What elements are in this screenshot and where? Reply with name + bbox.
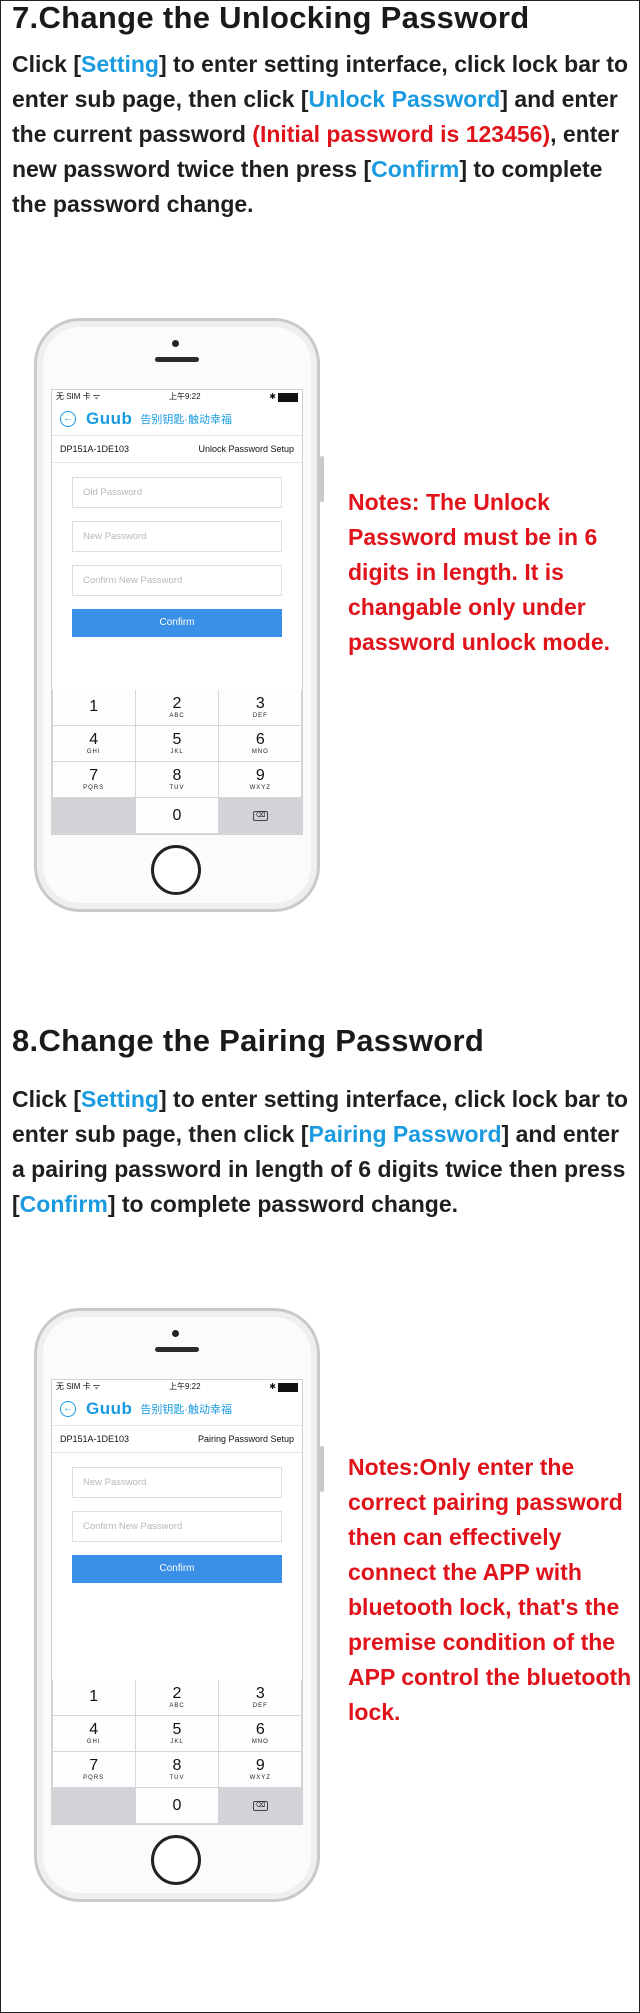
delete-key[interactable]: ⌫ [219, 798, 302, 833]
app-logo: Guub [86, 1399, 133, 1418]
backspace-icon: ⌫ [252, 810, 268, 821]
app-logo: Guub [86, 409, 133, 428]
section-8-note: Notes:Only enter the correct pairing pas… [348, 1454, 632, 1725]
password-form: New Password Confirm New Password Confir… [52, 1453, 302, 1583]
section-7-heading: 7.Change the Unlocking Password [12, 0, 530, 35]
speaker-grille [155, 1347, 199, 1352]
front-camera [172, 1330, 179, 1337]
speaker-grille [155, 357, 199, 362]
app-header: ← Guub 告别钥匙·触动幸福 [52, 1393, 302, 1426]
bluetooth-icon: ✱ [269, 1382, 276, 1391]
phone-mockup-pairing: 无 SIM 卡 ᯤ 上午9:22 ✱ ← Guub 告别钥匙·触动幸福 DP15… [34, 1308, 324, 1902]
back-arrow-icon[interactable]: ← [60, 411, 76, 427]
new-password-input[interactable]: New Password [72, 521, 282, 552]
key-blank [52, 1788, 135, 1823]
key-2[interactable]: 2 ABC [135, 1680, 219, 1715]
status-bar: 无 SIM 卡 ᯤ 上午9:22 ✱ [52, 390, 302, 403]
section-8-instructions: Click [Setting] to enter setting interfa… [12, 1086, 629, 1217]
status-time: 上午9:22 [168, 1382, 201, 1391]
key-2[interactable]: 2 ABC [135, 690, 219, 725]
key-9[interactable]: 9 WXYZ [219, 762, 302, 797]
new-password-input[interactable]: New Password [72, 1467, 282, 1498]
side-button [320, 1446, 324, 1492]
confirm-keyword: Confirm [371, 156, 460, 182]
key-8[interactable]: 8 TUV [135, 762, 219, 797]
old-password-input[interactable]: Old Password [72, 477, 282, 508]
key-1[interactable]: 1 [52, 1680, 135, 1715]
device-name: DP151A-1DE103 [60, 444, 130, 454]
backspace-icon: ⌫ [252, 1800, 268, 1811]
numeric-keypad: 1 2 ABC 3 DEF 4 GHI 5 JKL 6 MNO 7 PQRS 8 TUV 9W… [52, 690, 302, 834]
key-3[interactable]: 3 DEF [219, 690, 302, 725]
confirm-new-password-input[interactable]: Confirm New Password [72, 1511, 282, 1542]
setting-keyword: Setting [81, 51, 159, 77]
confirm-keyword: Confirm [19, 1191, 108, 1217]
confirm-button[interactable]: Confirm [72, 1555, 282, 1583]
key-0[interactable]: 0 [135, 1788, 219, 1823]
status-bar: 无 SIM 卡 ᯤ 上午9:22 ✱ [52, 1380, 302, 1393]
unlock-password-keyword: Unlock Password [308, 86, 501, 112]
device-name: DP151A-1DE103 [60, 1434, 130, 1444]
page-title: Unlock Password Setup [198, 444, 294, 454]
phone-mockup-unlock: 无 SIM 卡 ᯤ 上午9:22 ✱ ← Guub 告别钥匙·触动幸福 DP15… [34, 318, 324, 912]
key-6[interactable]: 6 MNO [219, 726, 302, 761]
key-1[interactable]: 1 [52, 690, 135, 725]
key-0[interactable]: 0 [135, 798, 219, 833]
initial-password-note: (Initial password is 123456) [252, 121, 551, 147]
section-7-note: Notes: The Unlock Password must be in 6 … [348, 489, 610, 655]
back-arrow-icon[interactable]: ← [60, 1401, 76, 1417]
carrier-text: 无 SIM 卡 ᯤ [56, 392, 101, 401]
sub-header: DP151A-1DE103 Unlock Password Setup [52, 436, 302, 463]
status-time: 上午9:22 [168, 392, 201, 401]
app-header: ← Guub 告别钥匙·触动幸福 [52, 403, 302, 436]
numeric-keypad: 1 2 ABC 3 DEF 4 GHI 5 JKL 6 MNO 7 PQRS 8 TUV 9W… [52, 1680, 302, 1824]
front-camera [172, 340, 179, 347]
pairing-password-keyword: Pairing Password [308, 1121, 502, 1147]
key-5[interactable]: 5 JKL [135, 1716, 219, 1751]
confirm-button[interactable]: Confirm [72, 609, 282, 637]
key-blank [52, 798, 135, 833]
sub-header: DP151A-1DE103 Pairing Password Setup [52, 1426, 302, 1453]
password-form: Old Password New Password Confirm New Pa… [52, 463, 302, 637]
key-9[interactable]: 9 WXYZ [219, 1752, 302, 1787]
key-4[interactable]: 4 GHI [52, 726, 135, 761]
key-5[interactable]: 5 JKL [135, 726, 219, 761]
key-4[interactable]: 4 GHI [52, 1716, 135, 1751]
setting-keyword: Setting [81, 1086, 159, 1112]
key-7[interactable]: 7 PQRS [52, 762, 135, 797]
battery-icon [277, 1383, 298, 1392]
delete-key[interactable]: ⌫ [219, 1788, 302, 1823]
carrier-text: 无 SIM 卡 ᯤ [56, 1382, 101, 1391]
app-slogan: 告别钥匙·触动幸福 [140, 414, 233, 426]
home-button[interactable] [151, 1835, 201, 1885]
battery-icon [277, 393, 298, 402]
page-title: Pairing Password Setup [197, 1434, 294, 1444]
confirm-new-password-input[interactable]: Confirm New Password [72, 565, 282, 596]
side-button [320, 456, 324, 502]
section-8-heading: 8.Change the Pairing Password [12, 1023, 485, 1058]
key-3[interactable]: 3 DEF [219, 1680, 302, 1715]
phone-screen: 无 SIM 卡 ᯤ 上午9:22 ✱ ← Guub 告别钥匙·触动幸福 DP15… [51, 389, 303, 835]
section-7-instructions: Click [Setting] to enter setting interfa… [12, 51, 629, 217]
bluetooth-icon: ✱ [269, 392, 276, 401]
phone-screen: 无 SIM 卡 ᯤ 上午9:22 ✱ ← Guub 告别钥匙·触动幸福 DP15… [51, 1379, 303, 1825]
app-slogan: 告别钥匙·触动幸福 [140, 1404, 233, 1416]
key-8[interactable]: 8 TUV [135, 1752, 219, 1787]
key-7[interactable]: 7 PQRS [52, 1752, 135, 1787]
home-button[interactable] [151, 845, 201, 895]
key-6[interactable]: 6 MNO [219, 1716, 302, 1751]
